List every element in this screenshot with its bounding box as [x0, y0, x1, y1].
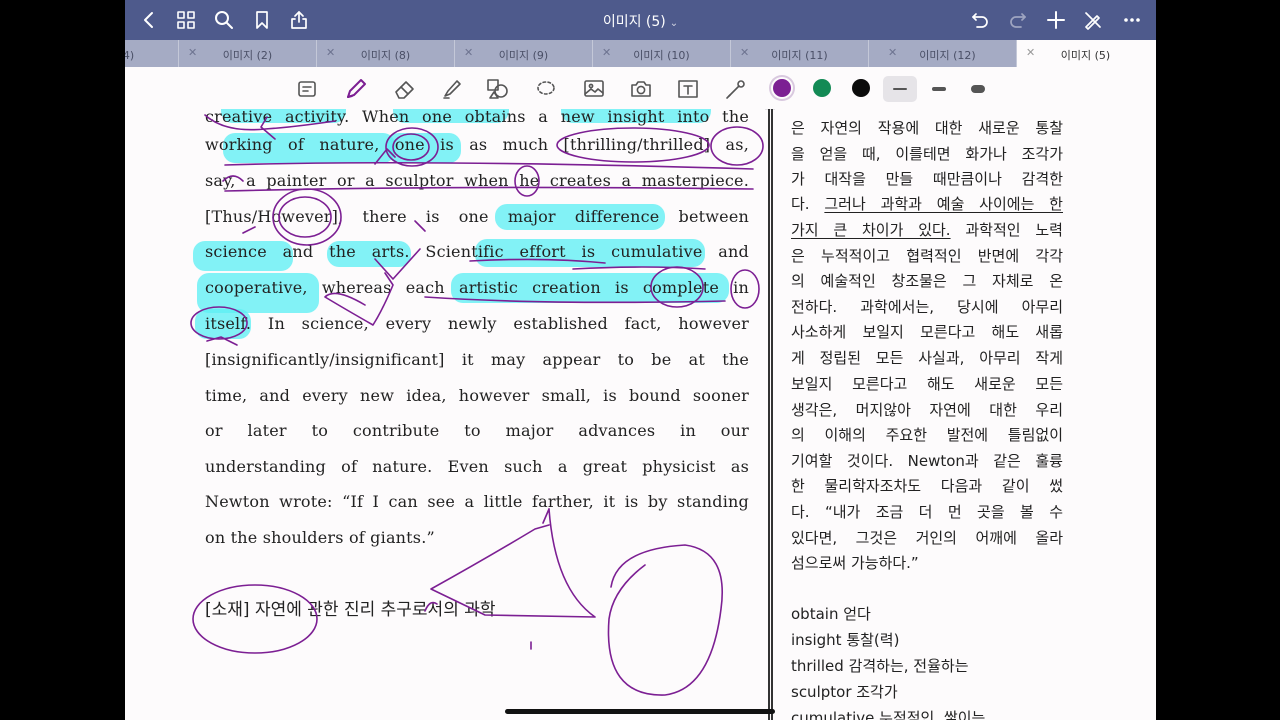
tab-image-2[interactable]: ✕ 이미지 (2) [179, 40, 317, 67]
underlined-text: 그러나 과학과 예술 사이에는 한 [824, 195, 1063, 213]
tab-label: 이미지 (11) [771, 49, 828, 62]
redo-icon[interactable] [1006, 8, 1030, 32]
korean-translation-page[interactable]: 은 자연의 작용에 대한 새로운 통찰 을 얻을 때, 이를테면 화가나 조각가… [775, 109, 1156, 720]
tab-image-10[interactable]: ✕ 이미지 (10) [593, 40, 731, 67]
translation-line: 을 얻을 때, 이를테면 화가나 조각가 [791, 145, 1063, 163]
tab-label: 이미지 (5) [1060, 49, 1111, 62]
color-green-swatch[interactable] [813, 79, 831, 97]
vocab-item: cumulative 누적적인, 쌓이는 [791, 709, 986, 720]
color-purple-swatch[interactable] [773, 79, 791, 97]
translation-line: 가 대작을 만들 때만큼이나 감격한 [791, 170, 1063, 188]
vocab-item: sculptor 조각가 [791, 683, 898, 701]
translation-line: 의 이해의 주요한 발전에 틀림없이 [791, 426, 1063, 444]
translation-text: 과학적인 노력 [950, 221, 1063, 239]
reader-icon[interactable] [294, 76, 320, 102]
translation-line: 기여할 것이다. Newton과 같은 훌륭 [791, 452, 1063, 470]
vocab-item: thrilled 감격하는, 전율하는 [791, 657, 969, 675]
translation-line: 전하다. 과학에서는, 당시에 아무리 [791, 298, 1063, 316]
tab-image-12[interactable]: ✕ 이미지 (12) [879, 40, 1017, 67]
tab-image-5[interactable]: ✕ 이미지 (5) [1017, 40, 1156, 67]
text-icon[interactable] [675, 76, 701, 102]
translation-line: 가지 큰 차이가 있다. 과학적인 노력 [791, 217, 1063, 243]
pen-icon[interactable] [343, 76, 369, 102]
translation-text: 다. [791, 195, 825, 213]
underlined-text: 가지 큰 차이가 있다. [791, 221, 951, 239]
translation-line: 다. 그러나 과학과 예술 사이에는 한 [791, 191, 1063, 217]
eraser-icon[interactable] [392, 76, 418, 102]
english-passage-page[interactable]: creative activity. When one obtains a ne… [125, 109, 765, 720]
drawing-toolbar [125, 67, 1156, 110]
translation-line: 사소하게 보일지 모른다고 해도 새롭 [791, 323, 1063, 341]
tab-image-8[interactable]: ✕ 이미지 (8) [317, 40, 455, 67]
color-black-swatch[interactable] [852, 79, 870, 97]
tab-label: 이미지 (10) [633, 49, 690, 62]
shapes-icon[interactable] [485, 76, 511, 102]
tab-label: 이미지 (12) [919, 49, 976, 62]
tab-label: 이미지 (2) [222, 49, 273, 62]
lasso-icon[interactable] [533, 76, 559, 102]
camera-icon[interactable] [628, 76, 654, 102]
thickness-medium-button[interactable] [922, 76, 956, 102]
translation-line: 은 자연의 작용에 대한 새로운 통찰 [791, 119, 1063, 137]
more-icon[interactable] [1120, 8, 1144, 32]
tab-label: 이미지 (8) [360, 49, 411, 62]
tab-image-11[interactable]: ✕ 이미지 (11) [731, 40, 869, 67]
home-indicator[interactable] [505, 709, 775, 714]
tab-label: 이미지 (9) [498, 49, 549, 62]
translation-line: 있다면, 그것은 거인의 어깨에 올라 [791, 529, 1063, 547]
laser-icon[interactable] [723, 76, 749, 102]
app-window: 이미지 (5)⌄ 이미지 (4) ✕이미지 (2) ✕이미지 (8) ✕이미지 … [125, 0, 1156, 720]
pen-off-icon[interactable] [1081, 8, 1105, 32]
thickness-thin-button[interactable] [883, 76, 917, 102]
thickness-thick-button[interactable] [961, 76, 995, 102]
chevron-down-icon: ⌄ [669, 18, 679, 29]
translation-line: 의 예술적인 창조물은 그 자체로 온 [791, 272, 1063, 290]
undo-icon[interactable] [968, 8, 992, 32]
translation-line: 다. “내가 조금 더 먼 곳을 볼 수 [791, 503, 1063, 521]
tab-image-4[interactable]: 이미지 (4) [125, 40, 179, 67]
tab-label: 이미지 (4) [125, 49, 135, 62]
page-divider [768, 109, 773, 720]
handwritten-ink-layer [190, 114, 764, 696]
translation-line: 보일지 모른다고 해도 새로운 모든 [791, 375, 1063, 393]
translation-line: 한 물리학자조차도 다음과 같이 썼 [791, 477, 1063, 495]
vocab-item: obtain 얻다 [791, 605, 871, 623]
translation-line: 섬으로써 가능하다.” [791, 554, 919, 572]
translation-line: 생각은, 머지않아 자연에 대한 우리 [791, 401, 1063, 419]
add-icon[interactable] [1044, 8, 1068, 32]
vocab-item: insight 통찰(력) [791, 631, 900, 649]
highlighter-icon[interactable] [439, 76, 465, 102]
document-title-text: 이미지 (5) [602, 14, 666, 30]
document-title[interactable]: 이미지 (5) ⌄ [125, 11, 1156, 31]
translation-line: 은 누적적이고 협력적인 반면에 각각 [791, 247, 1063, 265]
translation-line: 게 정립된 모든 사실과, 아무리 작게 [791, 349, 1063, 367]
top-navigation-bar: 이미지 (5) ⌄ [125, 0, 1156, 40]
tab-bar: 이미지 (4) ✕이미지 (2) ✕이미지 (8) ✕이미지 (9) ✕이미지 … [125, 40, 1156, 67]
tab-image-9[interactable]: ✕ 이미지 (9) [455, 40, 593, 67]
image-icon[interactable] [581, 76, 607, 102]
